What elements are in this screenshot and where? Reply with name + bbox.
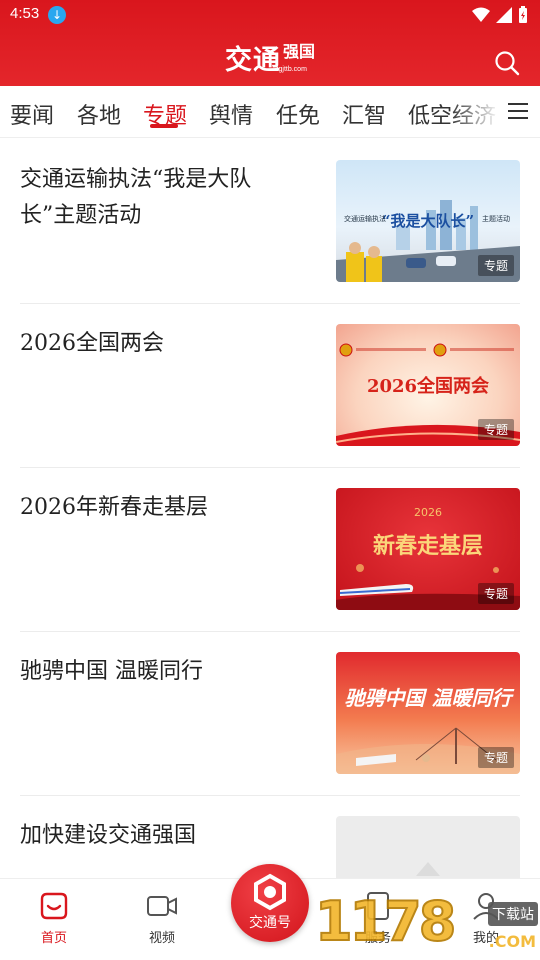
list-item[interactable]: 驰骋中国 温暖同行 驰骋中国 温暖同行 专题 <box>20 632 520 796</box>
tab-renmian[interactable]: 任免 <box>276 98 320 130</box>
logo-sub: 强国 <box>282 42 315 61</box>
tab-huizhi[interactable]: 汇智 <box>342 98 386 130</box>
status-time: 4:53 <box>10 5 40 22</box>
article-thumbnail: “我是大队长” 交通运输执法 主题活动 专题 <box>336 160 520 282</box>
download-icon: ↓ <box>48 6 66 24</box>
nav-video-label: 视频 <box>148 931 175 946</box>
menu-icon[interactable] <box>508 103 528 121</box>
thumb-headline: 驰骋中国 温暖同行 <box>344 686 512 710</box>
watermark-digits: 1178 <box>314 889 457 954</box>
tab-yaowen[interactable]: 要闻 <box>10 98 54 130</box>
topic-tag: 专题 <box>477 583 514 604</box>
video-icon <box>147 896 177 916</box>
list-item[interactable]: 2026全国两会 2026全国两会 专题 <box>20 304 520 468</box>
app-header: 4:53 ↓ 交通 强国 zgjttb.com <box>0 0 540 86</box>
nav-video[interactable]: 视频 <box>132 891 192 946</box>
article-title: 2026全国两会 <box>20 331 164 356</box>
thumb-headline: 2026全国两会 <box>366 376 490 397</box>
topic-tag: 专题 <box>477 255 514 276</box>
topic-tag: 专题 <box>477 747 514 768</box>
article-list: 交通运输执法“我是大队长”主题活动 “我是大队长” 交通运输执法 主题活动 专题 <box>20 140 520 960</box>
tab-gedi[interactable]: 各地 <box>77 98 121 130</box>
search-icon[interactable] <box>494 50 520 76</box>
thumb-caption: 交通运输执法 <box>344 215 386 223</box>
article-thumbnail: 驰骋中国 温暖同行 专题 <box>336 652 520 774</box>
battery-icon <box>519 6 527 23</box>
thumb-year: 2026 <box>414 506 442 519</box>
status-icons <box>472 6 528 24</box>
watermark-suffix: .COM <box>488 932 536 951</box>
article-title: 交通运输执法“我是大队长”主题活动 <box>20 167 252 228</box>
thumb-suffix: 主题活动 <box>482 215 510 223</box>
jiaotonghao-button[interactable]: 交通号 <box>231 864 309 942</box>
tabs-fade <box>450 86 500 137</box>
active-tab-indicator <box>150 124 178 128</box>
list-item[interactable]: 交通运输执法“我是大队长”主题活动 “我是大队长” 交通运输执法 主题活动 专题 <box>20 140 520 304</box>
camera-lens-icon <box>254 873 286 911</box>
watermark-badge: 下载站 <box>488 902 538 926</box>
channel-tabs: 要闻 各地 专题 舆情 任免 汇智 低空经济 <box>0 86 540 138</box>
home-icon <box>40 892 68 920</box>
logo-main: 交通 <box>224 45 281 76</box>
nav-home[interactable]: 首页 <box>24 891 84 946</box>
article-thumbnail: 2026 新春走基层 专题 <box>336 488 520 610</box>
article-title: 2026年新春走基层 <box>20 495 208 520</box>
logo-small: zgjttb.com <box>275 66 307 73</box>
article-thumbnail: 2026全国两会 专题 <box>336 324 520 446</box>
nav-home-label: 首页 <box>40 931 67 946</box>
article-title: 驰骋中国 温暖同行 <box>20 659 203 684</box>
app-logo: 交通 强国 zgjttb.com <box>0 38 540 77</box>
topic-tag: 专题 <box>477 419 514 440</box>
center-button-label: 交通号 <box>249 915 291 931</box>
tab-yuqing[interactable]: 舆情 <box>209 98 253 130</box>
thumb-headline: 新春走基层 <box>372 533 483 559</box>
article-title: 加快建设交通强国 <box>20 823 197 848</box>
site-watermark: 1178 下载站 .COM <box>314 889 540 960</box>
wifi-icon <box>472 7 490 22</box>
signal-icon <box>496 7 512 23</box>
list-item[interactable]: 2026年新春走基层 2026 新春走基层 专题 <box>20 468 520 632</box>
status-bar: 4:53 ↓ <box>0 0 540 30</box>
